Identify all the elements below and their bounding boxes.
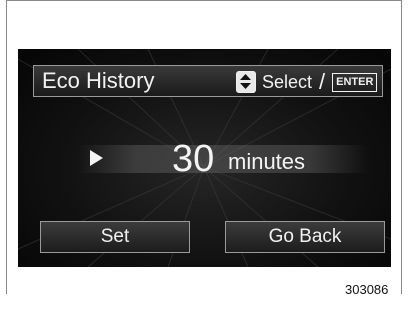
- figure-id: 303086: [345, 282, 389, 297]
- time-setting-row[interactable]: 30 minutes: [18, 137, 391, 181]
- setting-value: 30: [172, 138, 215, 180]
- selection-highlight: [78, 145, 368, 173]
- screen-title: Eco History: [42, 68, 155, 93]
- go-back-button[interactable]: Go Back: [225, 221, 385, 253]
- navigation-hint: Select / ENTER: [236, 69, 378, 95]
- title-bar: Eco History Select / ENTER: [33, 65, 383, 97]
- setting-unit: minutes: [228, 149, 306, 174]
- right-arrow-icon: [90, 150, 103, 166]
- enter-key-label: ENTER: [332, 72, 378, 92]
- select-hint-label: Select: [262, 71, 313, 92]
- up-down-arrows-icon: [236, 71, 256, 93]
- set-button[interactable]: Set: [40, 221, 190, 253]
- display-screen: Eco History Select / ENTER 30 minutes Se…: [18, 49, 391, 267]
- hint-separator: /: [319, 69, 326, 94]
